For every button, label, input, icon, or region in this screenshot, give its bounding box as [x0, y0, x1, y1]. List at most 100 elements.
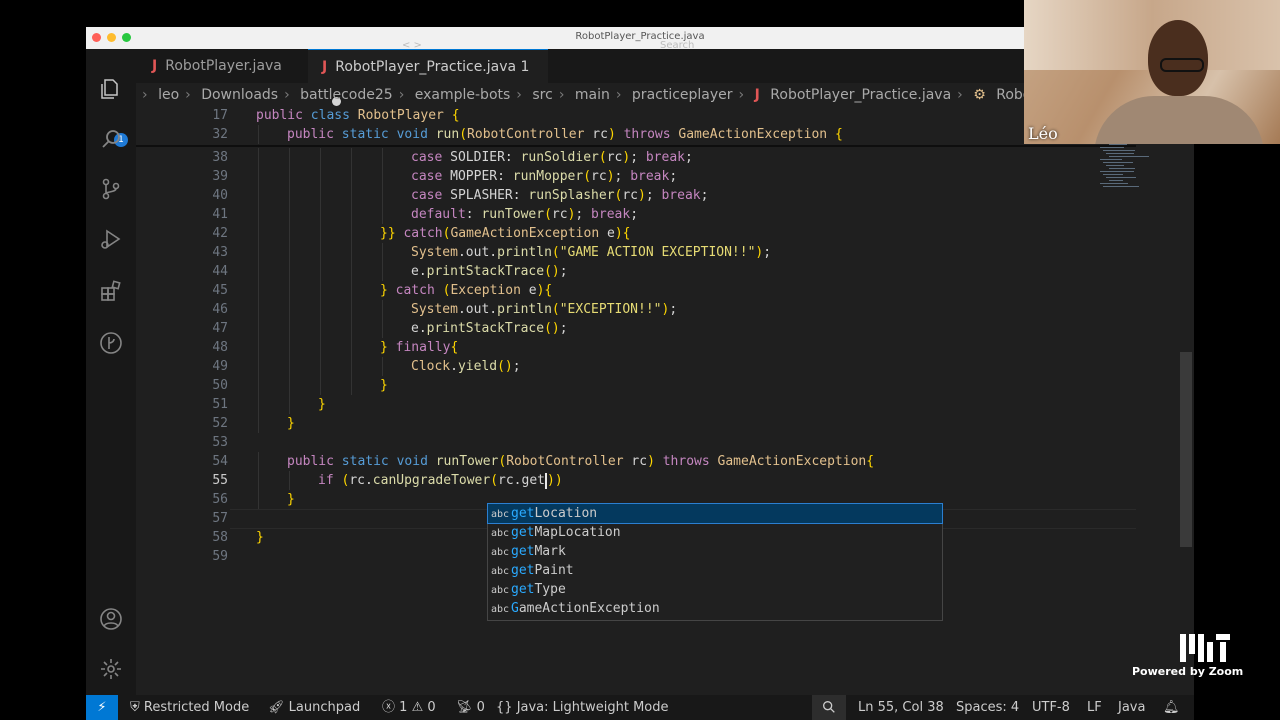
indent-guide	[382, 357, 383, 376]
breadcrumb-item[interactable]: practiceplayer	[632, 87, 733, 103]
problems-status[interactable]: ⓧ 1 ⚠ 0	[382, 695, 436, 720]
minimap-line	[1103, 150, 1135, 151]
code-line[interactable]: 47 e.printStackTrace();	[136, 319, 1086, 338]
search-icon[interactable]	[99, 127, 123, 151]
code-line[interactable]: 38 case SOLDIER: runSoldier(rc); break;	[136, 148, 1086, 167]
indent-guide	[382, 319, 383, 338]
code-line[interactable]: 42}} catch(GameActionException e){	[136, 224, 1086, 243]
code-line[interactable]: 44 e.printStackTrace();	[136, 262, 1086, 281]
indent-guide	[382, 186, 383, 205]
line-number: 41	[212, 207, 228, 222]
code-line[interactable]: 39 case MOPPER: runMopper(rc); break;	[136, 167, 1086, 186]
breadcrumb-item[interactable]: Downloads	[201, 87, 278, 103]
suggestion-item[interactable]: abc getMark	[488, 542, 942, 561]
code-line[interactable]: 49 Clock.yield();	[136, 357, 1086, 376]
indent-guide	[289, 148, 290, 167]
code-line[interactable]: 41 default: runTower(rc); break;	[136, 205, 1086, 224]
code-line[interactable]: 54 public static void runTower(RobotContr…	[136, 452, 1086, 471]
code-token: GameActionException	[450, 226, 607, 241]
code-token: (	[459, 127, 468, 142]
settings-gear-icon[interactable]	[99, 657, 123, 681]
code-token: ;	[684, 150, 693, 165]
tab-robotplayer-practice[interactable]: J RobotPlayer_Practice.java 1	[308, 49, 548, 106]
extensions-icon[interactable]	[99, 279, 123, 303]
breadcrumb-item[interactable]: battlecode25	[300, 87, 393, 103]
breadcrumb-item[interactable]: RobotPlayer_Practice.java	[770, 87, 951, 103]
tab-robotplayer[interactable]: J RobotPlayer.java	[136, 49, 300, 83]
source-control-icon[interactable]	[99, 177, 123, 201]
code-line[interactable]: 53	[136, 433, 1086, 452]
breadcrumb-item[interactable]: example-bots	[415, 87, 511, 103]
code-token: {	[451, 108, 460, 123]
suggestion-rest: MapLocation	[534, 525, 621, 540]
chevron-right-icon: ›	[398, 87, 405, 103]
indent-guide	[258, 490, 259, 509]
code-line[interactable]: 52}	[136, 414, 1086, 433]
code-token: println	[497, 245, 552, 260]
braces-icon: {}	[496, 700, 513, 715]
language-mode-status[interactable]: Java	[1118, 695, 1145, 720]
code-token: break	[645, 150, 685, 165]
cursor-position-status[interactable]: Ln 55, Col 38	[858, 695, 944, 720]
code-token: public	[287, 454, 342, 469]
eol-status[interactable]: LF	[1087, 695, 1102, 720]
suggestion-item[interactable]: abc getType	[488, 580, 942, 599]
suggestion-item[interactable]: abc GameActionException	[488, 599, 942, 618]
code-token: .	[450, 359, 458, 374]
line-number: 50	[212, 378, 228, 393]
indentation-status[interactable]: Spaces: 4	[956, 695, 1019, 720]
code-line[interactable]: 48} finally{	[136, 338, 1086, 357]
text-kind-icon: abc	[491, 604, 510, 615]
indent-guide	[382, 167, 383, 186]
run-debug-icon[interactable]	[99, 227, 123, 251]
code-token: (	[544, 207, 552, 222]
launchpad-status[interactable]: 🚀︎ Launchpad	[268, 695, 360, 720]
indent-guide	[320, 224, 321, 243]
code-token: rc	[606, 150, 623, 165]
remote-indicator-icon[interactable]: ⚡	[86, 695, 118, 720]
code-token: ;	[559, 264, 568, 279]
code-line[interactable]: 40 case SPLASHER: runSplasher(rc); break;	[136, 186, 1086, 205]
code-token: Exception	[450, 283, 529, 298]
code-token: catch	[403, 226, 443, 241]
line-number: 44	[212, 264, 228, 279]
suggestion-item[interactable]: abc getMapLocation	[488, 523, 942, 542]
zoom-icon[interactable]	[812, 695, 846, 720]
code-line[interactable]: 55 if (rc.canUpgradeTower(rc.get))	[136, 471, 1086, 490]
line-number: 43	[212, 245, 228, 260]
account-icon[interactable]	[99, 607, 123, 631]
indent-guide	[382, 205, 383, 224]
presenter-name: Léo	[1028, 124, 1058, 143]
restricted-mode-status[interactable]: ⛨ Restricted Mode	[130, 695, 249, 720]
code-line[interactable]: 32 public static void run(RobotController…	[136, 125, 1086, 144]
breadcrumb-item[interactable]: main	[575, 87, 610, 103]
code-line[interactable]: 46 System.out.println("EXCEPTION!!");	[136, 300, 1086, 319]
code-line[interactable]: 17 public class RobotPlayer {	[136, 106, 1086, 125]
code-token: break	[630, 169, 670, 184]
code-line[interactable]: 43 System.out.println("GAME ACTION EXCEPT…	[136, 243, 1086, 262]
breadcrumb-item[interactable]: leo	[158, 87, 179, 103]
code-token: println	[497, 302, 552, 317]
notifications-bell-icon[interactable]: 🔔︎	[1163, 695, 1180, 720]
code-line[interactable]: 45} catch (Exception e){	[136, 281, 1086, 300]
breadcrumb-item[interactable]: src	[532, 87, 552, 103]
suggestion-item[interactable]: abc getLocation	[487, 503, 943, 524]
java-mode-status[interactable]: {} Java: Lightweight Mode	[496, 695, 669, 720]
code-line[interactable]: 51}	[136, 395, 1086, 414]
ports-status[interactable]: 📡︎ 0	[456, 695, 485, 720]
git-graph-icon[interactable]	[99, 331, 123, 355]
code-token: GameActionException	[678, 127, 835, 142]
code-token: rc	[622, 188, 638, 203]
code-token: break	[591, 207, 631, 222]
webcam-video: Léo	[1024, 0, 1280, 144]
code-token: runSplasher	[528, 188, 615, 203]
code-token: ;	[614, 169, 631, 184]
suggestion-item[interactable]: abc getPaint	[488, 561, 942, 580]
code-text: System.out.println("GAME ACTION EXCEPTIO…	[411, 243, 771, 262]
vertical-scrollbar[interactable]	[1180, 352, 1192, 547]
explorer-icon[interactable]	[99, 77, 123, 101]
code-line[interactable]: 50}	[136, 376, 1086, 395]
code-token: }	[318, 397, 326, 412]
encoding-status[interactable]: UTF-8	[1032, 695, 1070, 720]
code-token: (	[498, 454, 507, 469]
